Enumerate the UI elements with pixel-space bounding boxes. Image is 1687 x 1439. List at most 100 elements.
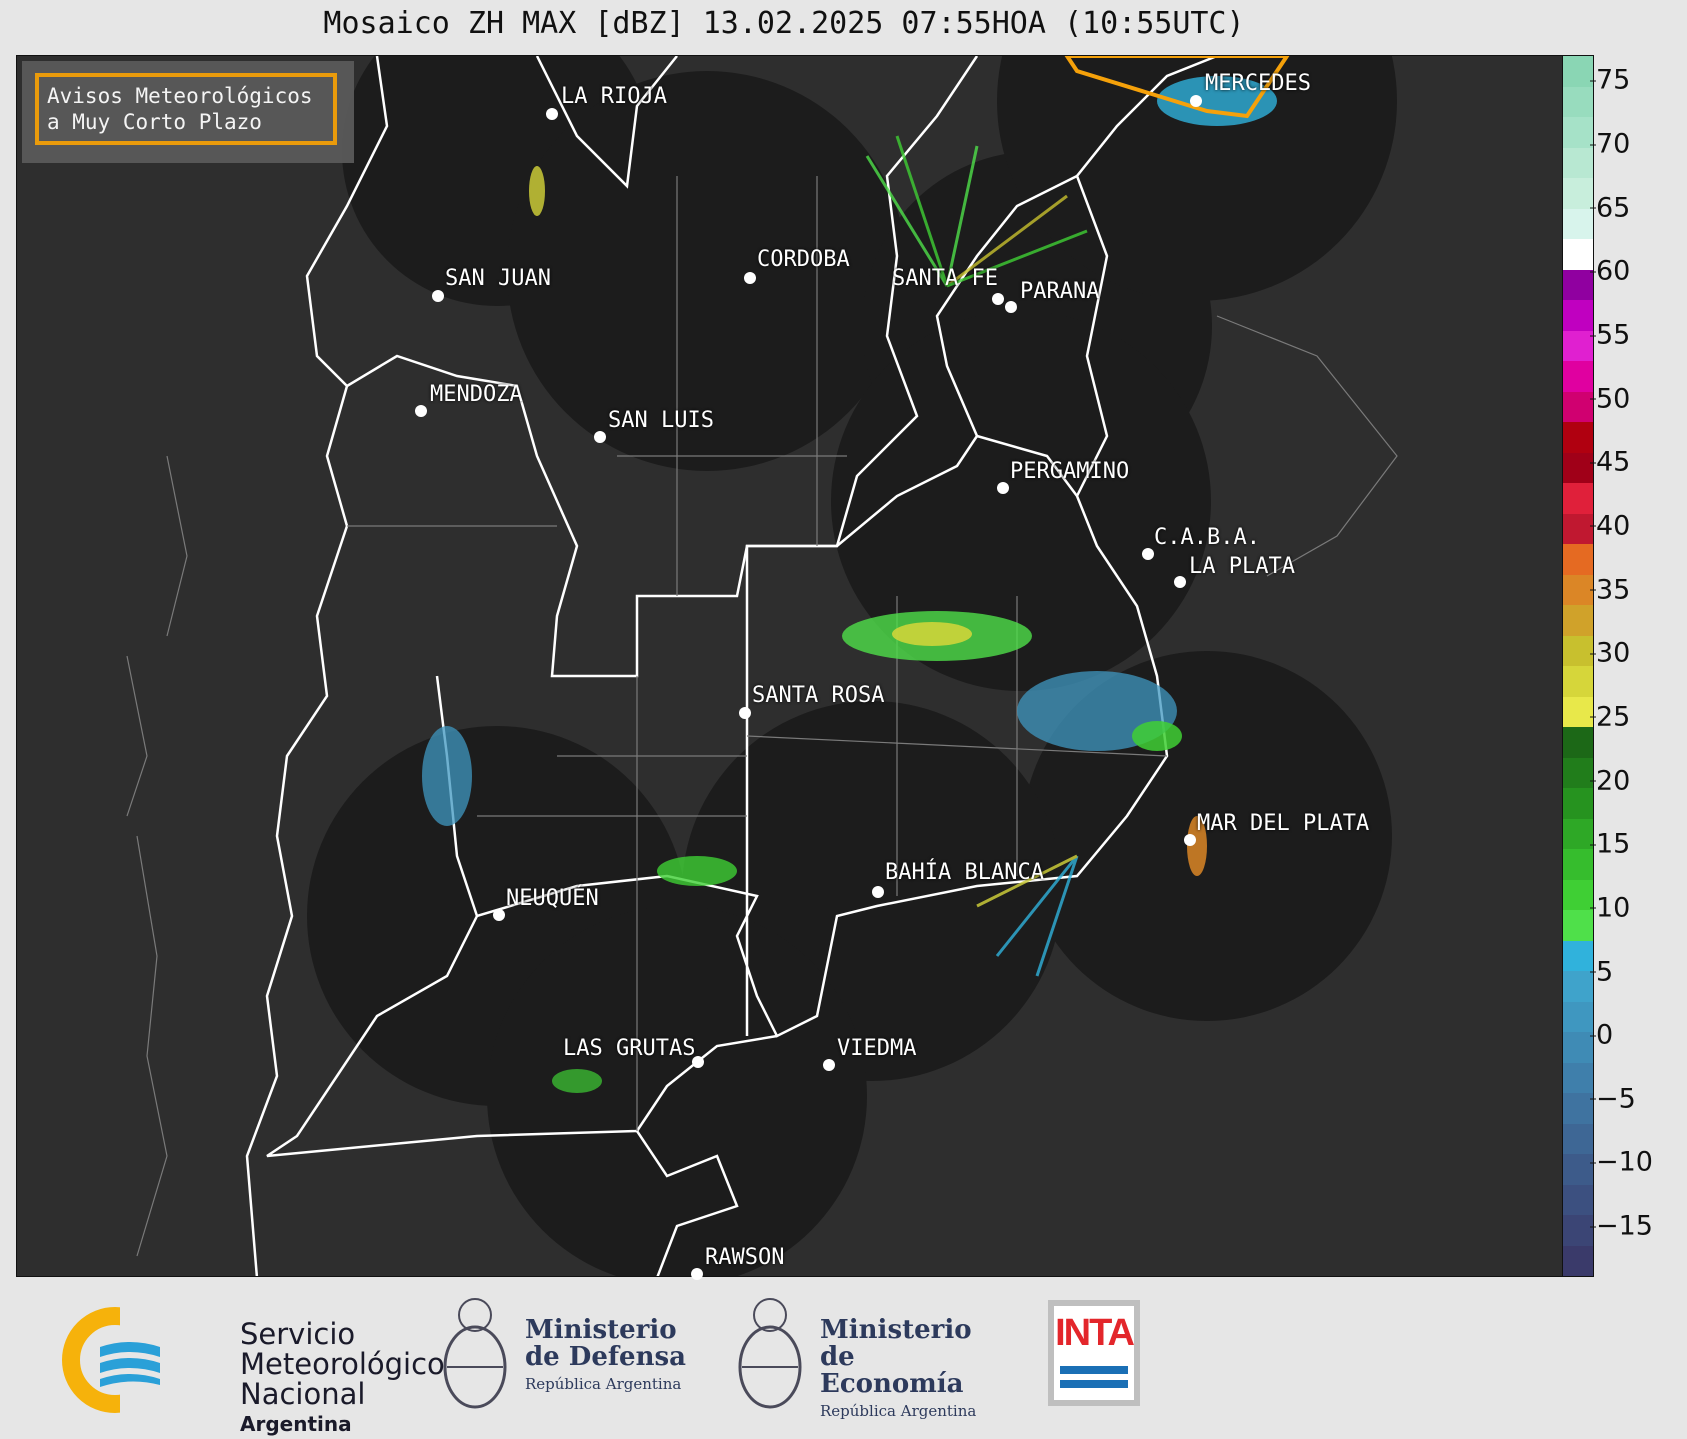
smn-line: Meteorológico xyxy=(240,1347,445,1381)
city-label: SAN JUAN xyxy=(445,266,551,291)
colorbar-segment xyxy=(1563,757,1593,788)
colorbar-segment xyxy=(1563,147,1593,178)
colorbar-tick-label: 15 xyxy=(1589,828,1631,860)
city-label: VIEDMA xyxy=(837,1036,917,1061)
colorbar xyxy=(1562,55,1594,1277)
economia-logo[interactable]: Ministerio de Economía República Argenti… xyxy=(730,1287,1000,1427)
colorbar-segment xyxy=(1563,300,1593,331)
colorbar-tick-label: 35 xyxy=(1589,574,1631,606)
colorbar-segment xyxy=(1563,452,1593,483)
warning-notice: Avisos Meteorológicos a Muy Corto Plazo xyxy=(22,61,354,163)
echo-mdp-core xyxy=(1132,721,1182,751)
colorbar-tick-label: −10 xyxy=(1590,1146,1653,1178)
colorbar-segment xyxy=(1563,239,1593,270)
city-dot[interactable] xyxy=(823,1059,835,1071)
city-dot[interactable] xyxy=(1174,576,1186,588)
colorbar-segment xyxy=(1563,483,1593,514)
colorbar-segment xyxy=(1563,391,1593,422)
city-dot[interactable] xyxy=(432,290,444,302)
colorbar-segment xyxy=(1563,1184,1593,1215)
colorbar-segment xyxy=(1563,178,1593,209)
colorbar-segment xyxy=(1563,1154,1593,1185)
smn-logo[interactable]: Servicio Meteorológico Nacional Argentin… xyxy=(60,1297,460,1436)
colorbar-segment xyxy=(1563,1215,1593,1246)
economia-line: Ministerio xyxy=(820,1315,972,1345)
colorbar-segment xyxy=(1563,1032,1593,1063)
colorbar-segment xyxy=(1563,879,1593,910)
colorbar-tick-label: 65 xyxy=(1589,192,1631,224)
city-label: C.A.B.A. xyxy=(1154,525,1260,550)
defensa-line: República Argentina xyxy=(525,1375,682,1393)
inta-logo[interactable]: INTA xyxy=(1048,1300,1140,1406)
city-label: PERGAMINO xyxy=(1010,459,1130,484)
colorbar-tick-label: 40 xyxy=(1589,510,1631,542)
colorbar-tick-label: −15 xyxy=(1590,1210,1653,1242)
defensa-line: Ministerio xyxy=(525,1315,677,1345)
colorbar-segment xyxy=(1563,818,1593,849)
city-dot[interactable] xyxy=(594,431,606,443)
colorbar-segment xyxy=(1563,544,1593,575)
smn-emblem-icon xyxy=(62,1305,170,1415)
coverage-las-grutas xyxy=(487,906,867,1276)
colorbar-segment xyxy=(1563,849,1593,880)
colorbar-tick-label: 70 xyxy=(1589,128,1631,160)
colorbar-tick-label: 25 xyxy=(1589,701,1631,733)
city-dot[interactable] xyxy=(1190,95,1202,107)
colorbar-tick-label: 50 xyxy=(1589,383,1631,415)
colorbar-segment xyxy=(1563,117,1593,148)
colorbar-segment xyxy=(1563,788,1593,819)
colorbar-tick-label: 20 xyxy=(1589,765,1631,797)
city-dot[interactable] xyxy=(997,482,1009,494)
colorbar-segment xyxy=(1563,56,1593,87)
city-label: LA PLATA xyxy=(1189,554,1295,579)
city-dot[interactable] xyxy=(546,108,558,120)
colorbar-tick-label: 75 xyxy=(1589,64,1631,96)
colorbar-tick-label: 45 xyxy=(1589,446,1631,478)
echo-neuquen-north xyxy=(422,726,472,826)
inta-plate: INTA xyxy=(1054,1306,1135,1400)
defensa-line: de Defensa xyxy=(525,1342,686,1372)
coat-of-arms-icon xyxy=(738,1298,802,1409)
defensa-logo[interactable]: Ministerio de Defensa República Argentin… xyxy=(435,1287,695,1427)
city-dot[interactable] xyxy=(1005,301,1017,313)
economia-line: de Economía xyxy=(820,1342,964,1399)
colorbar-segment xyxy=(1563,422,1593,453)
city-label: MERCEDES xyxy=(1205,71,1311,96)
colorbar-tick-label: 55 xyxy=(1589,319,1631,351)
inta-stripe xyxy=(1060,1366,1128,1374)
city-dot[interactable] xyxy=(415,405,427,417)
map-title: Mosaico ZH MAX [dBZ] 13.02.2025 07:55HOA… xyxy=(323,6,1245,41)
colorbar-segment xyxy=(1563,727,1593,758)
smn-line: Servicio xyxy=(240,1317,356,1351)
echo-las-grutas xyxy=(552,1069,602,1093)
city-dot[interactable] xyxy=(493,909,505,921)
colorbar-segment xyxy=(1563,1062,1593,1093)
colorbar-segment xyxy=(1563,910,1593,941)
city-label: MENDOZA xyxy=(430,382,523,407)
city-label: SANTA ROSA xyxy=(752,683,885,708)
radar-map[interactable] xyxy=(16,55,1563,1277)
colorbar-tick-label: 0 xyxy=(1589,1019,1614,1051)
echo-pergamino-core xyxy=(892,622,972,646)
colorbar-segment xyxy=(1563,666,1593,697)
footer-logos: Servicio Meteorológico Nacional Argentin… xyxy=(0,1277,1687,1438)
city-dot[interactable] xyxy=(744,272,756,284)
colorbar-segment xyxy=(1563,940,1593,971)
inta-wordmark: INTA xyxy=(1055,1312,1135,1354)
city-dot[interactable] xyxy=(1142,548,1154,560)
city-dot[interactable] xyxy=(739,707,751,719)
city-dot[interactable] xyxy=(992,293,1004,305)
city-label: CORDOBA xyxy=(757,247,850,272)
economia-text: Ministerio de Economía República Argenti… xyxy=(820,1317,1000,1425)
city-label: LA RIOJA xyxy=(561,84,667,109)
warning-notice-box[interactable]: Avisos Meteorológicos a Muy Corto Plazo xyxy=(35,73,337,145)
colorbar-segment xyxy=(1563,269,1593,300)
economia-line: República Argentina xyxy=(820,1402,977,1420)
city-dot[interactable] xyxy=(1184,834,1196,846)
city-dot[interactable] xyxy=(872,886,884,898)
colorbar-segment xyxy=(1563,208,1593,239)
city-label: NEUQUÉN xyxy=(506,886,599,911)
city-label: SAN LUIS xyxy=(608,408,714,433)
colorbar-tick-label: −5 xyxy=(1590,1083,1636,1115)
colorbar-segment xyxy=(1563,605,1593,636)
